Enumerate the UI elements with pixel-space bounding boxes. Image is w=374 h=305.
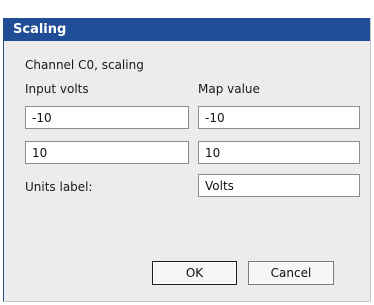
map-value-field-1[interactable] [198, 106, 360, 129]
dialog-titlebar[interactable]: Scaling [4, 18, 370, 41]
dialog-title: Scaling [13, 22, 67, 37]
map-value-header: Map value [198, 82, 260, 96]
units-label: Units label: [25, 180, 93, 194]
units-field[interactable] [198, 174, 360, 197]
input-volts-field-1[interactable] [25, 106, 189, 129]
input-volts-header: Input volts [25, 82, 89, 96]
scaling-dialog: Scaling Channel C0, scaling Input volts … [3, 18, 371, 302]
screen-background: Scaling Channel C0, scaling Input volts … [0, 0, 374, 305]
input-volts-field-2[interactable] [25, 141, 189, 164]
cancel-button[interactable]: Cancel [248, 261, 334, 285]
map-value-field-2[interactable] [198, 141, 360, 164]
ok-button[interactable]: OK [152, 261, 237, 285]
channel-scaling-label: Channel C0, scaling [25, 58, 144, 72]
